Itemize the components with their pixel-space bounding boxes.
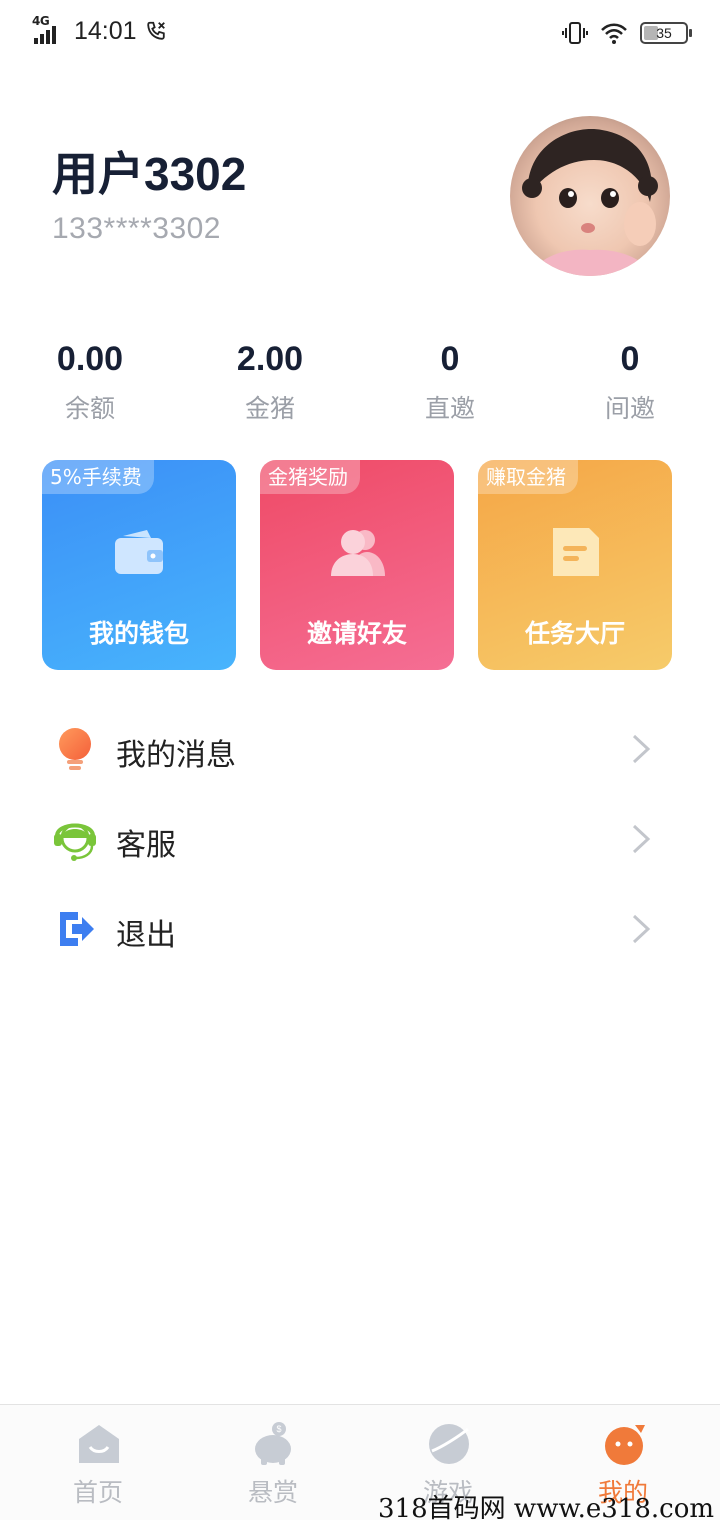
user-phone: 133****3302 bbox=[52, 212, 221, 245]
stat-label: 余额 bbox=[64, 394, 115, 423]
users-icon bbox=[331, 530, 385, 576]
menu-item-customer-service[interactable]: 客服 bbox=[0, 794, 720, 884]
headset-icon bbox=[54, 823, 96, 861]
document-icon bbox=[553, 528, 599, 576]
avatar[interactable] bbox=[510, 116, 670, 276]
menu-item-logout[interactable]: 退出 bbox=[0, 884, 720, 974]
exit-icon bbox=[60, 912, 94, 946]
stat-label: 金猪 bbox=[244, 394, 295, 423]
call-icon bbox=[146, 21, 165, 40]
home-icon bbox=[79, 1425, 119, 1463]
status-time: 14:01 bbox=[74, 16, 137, 45]
chevron-right-icon bbox=[632, 824, 651, 854]
wallet-card[interactable]: 5%手续费 我的钱包 bbox=[42, 460, 236, 670]
vibrate-icon bbox=[562, 22, 588, 44]
piggy-bank-icon: $ bbox=[255, 1422, 291, 1465]
status-right: 35 bbox=[562, 20, 692, 46]
stat-indirect-invites[interactable]: 0 间邀 bbox=[550, 340, 710, 425]
svg-text:$: $ bbox=[276, 1424, 281, 1434]
profile-page: 4G 14:01 35 用户3302 133****3302 0.00 余额 2… bbox=[0, 0, 720, 1520]
user-name: 用户3302 bbox=[52, 148, 247, 200]
nav-label: 悬赏 bbox=[247, 1478, 298, 1507]
stat-value: 2.00 bbox=[236, 340, 304, 378]
card-tag: 赚取金猪 bbox=[478, 460, 578, 494]
chevron-right-icon bbox=[632, 914, 651, 944]
status-left: 4G 14:01 bbox=[32, 14, 167, 46]
menu-label: 退出 bbox=[116, 918, 176, 953]
stat-value: 0.00 bbox=[56, 340, 124, 378]
battery-percent: 35 bbox=[656, 25, 672, 41]
card-label: 我的钱包 bbox=[88, 619, 189, 648]
nav-home[interactable]: 首页 bbox=[8, 1405, 188, 1520]
chevron-right-icon bbox=[632, 734, 651, 764]
menu-item-messages[interactable]: 我的消息 bbox=[0, 704, 720, 794]
menu-label: 客服 bbox=[116, 828, 176, 863]
card-label: 邀请好友 bbox=[306, 619, 407, 648]
wifi-icon bbox=[601, 23, 627, 44]
stat-label: 间邀 bbox=[604, 394, 655, 423]
stat-direct-invites[interactable]: 0 直邀 bbox=[370, 340, 530, 425]
avatar-photo bbox=[522, 129, 658, 276]
profile-face-icon bbox=[605, 1425, 645, 1465]
stat-label: 直邀 bbox=[424, 394, 475, 423]
status-bar: 4G 14:01 35 bbox=[0, 0, 720, 66]
stat-balance[interactable]: 0.00 余额 bbox=[10, 340, 170, 425]
nav-label: 首页 bbox=[72, 1478, 123, 1507]
task-hall-card[interactable]: 赚取金猪 任务大厅 bbox=[478, 460, 672, 670]
stat-gold-pig[interactable]: 2.00 金猪 bbox=[190, 340, 350, 425]
stat-value: 0 bbox=[440, 340, 460, 378]
battery-icon: 35 bbox=[640, 22, 692, 44]
card-tag: 金猪奖励 bbox=[260, 460, 360, 494]
watermark: 318首码网 www.e318.com bbox=[378, 1494, 714, 1520]
wallet-icon bbox=[115, 530, 163, 574]
card-label: 任务大厅 bbox=[524, 619, 625, 648]
stat-value: 0 bbox=[620, 340, 640, 378]
card-tag: 5%手续费 bbox=[42, 460, 154, 494]
nav-bounty[interactable]: $ 悬赏 bbox=[183, 1405, 363, 1520]
bulb-icon bbox=[59, 728, 91, 770]
menu-label: 我的消息 bbox=[116, 738, 236, 773]
invite-friends-card[interactable]: 金猪奖励 邀请好友 bbox=[260, 460, 454, 670]
planet-icon bbox=[429, 1424, 469, 1464]
signal-icon: 4G bbox=[32, 14, 68, 46]
